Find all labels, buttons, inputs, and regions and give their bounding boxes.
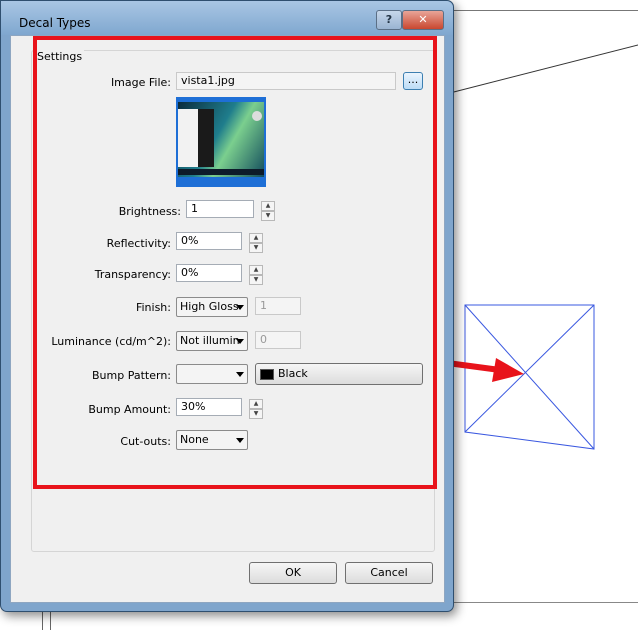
cancel-button[interactable]: Cancel <box>345 562 433 584</box>
canvas-frame-top <box>440 10 638 11</box>
help-button[interactable]: ? <box>376 10 402 30</box>
canvas-bottom-line <box>440 602 638 603</box>
title-bar[interactable]: Decal Types ? ✕ <box>1 1 453 35</box>
highlight-box <box>33 36 437 489</box>
perspective-line <box>441 44 638 96</box>
close-button[interactable]: ✕ <box>402 10 444 30</box>
dialog-title: Decal Types <box>19 16 91 30</box>
ok-button[interactable]: OK <box>249 562 337 584</box>
